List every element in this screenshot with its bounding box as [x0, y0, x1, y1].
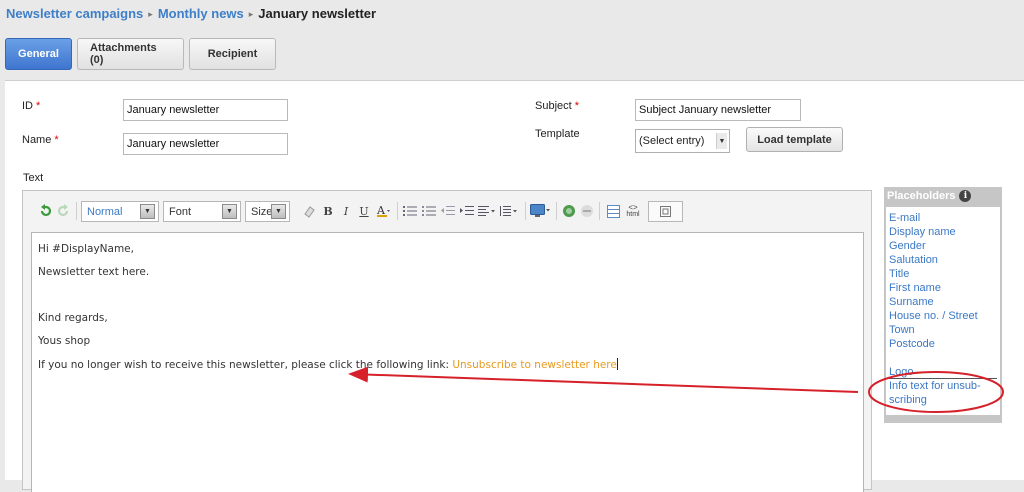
source-icon[interactable]: <> html — [625, 201, 641, 221]
breadcrumb-separator-icon: ▸ — [148, 9, 153, 19]
chevron-down-icon: ▼ — [222, 204, 237, 219]
unsubscribe-text: If you no longer wish to receive this ne… — [38, 359, 453, 371]
size-select[interactable]: Size ▼ — [245, 201, 290, 222]
placeholder-logo[interactable]: Logo — [889, 365, 913, 379]
outdent-icon[interactable] — [440, 203, 455, 219]
link-icon[interactable] — [561, 203, 576, 219]
editor-line-greeting: Hi #DisplayName, — [38, 243, 134, 255]
editor-toolbar: Normal ▼ Font ▼ Size ▼ B I U A <> html — [23, 191, 871, 231]
toolbar-separator — [76, 202, 77, 220]
breadcrumb: Newsletter campaigns ▸ Monthly news ▸ Januar… — [6, 6, 376, 21]
fullscreen-icon[interactable] — [648, 201, 683, 222]
line-spacing-icon[interactable] — [500, 203, 518, 219]
chevron-down-icon: ▼ — [716, 133, 727, 149]
placeholders-header: Placeholders i — [884, 187, 1002, 205]
tab-bar: General Attachments (0) Recipient — [5, 38, 281, 70]
unsubscribe-link[interactable]: Unsubscribe to newsletter here — [452, 359, 617, 371]
placeholder-first-name[interactable]: First name — [889, 281, 941, 295]
load-template-button[interactable]: Load template — [746, 127, 843, 152]
info-icon[interactable]: i — [959, 190, 972, 202]
placeholder-salutation[interactable]: Salutation — [889, 253, 938, 267]
editor-line-unsubscribe: If you no longer wish to receive this ne… — [38, 358, 618, 371]
id-field[interactable] — [123, 99, 288, 121]
tab-attachments[interactable]: Attachments (0) — [77, 38, 184, 70]
placeholder-town[interactable]: Town — [889, 323, 915, 337]
html-label: html — [626, 211, 640, 218]
bullet-list-icon[interactable] — [421, 203, 436, 219]
toolbar-separator — [599, 202, 600, 220]
rich-text-editor: Normal ▼ Font ▼ Size ▼ B I U A <> html H… — [22, 190, 872, 492]
chevron-down-icon: ▼ — [140, 204, 155, 219]
breadcrumb-monthly-news[interactable]: Monthly news — [158, 6, 244, 21]
editor-line-body: Newsletter text here. — [38, 266, 150, 278]
name-field[interactable] — [123, 133, 288, 155]
placeholder-postcode[interactable]: Postcode — [889, 337, 935, 351]
undo-icon[interactable] — [39, 203, 53, 219]
id-label: ID * — [22, 100, 41, 112]
numbered-list-icon[interactable] — [402, 203, 417, 219]
placeholder-surname[interactable]: Surname — [889, 295, 934, 309]
placeholder-title[interactable]: Title — [889, 267, 909, 281]
redo-icon[interactable] — [56, 203, 70, 219]
placeholder-gender[interactable]: Gender — [889, 239, 926, 253]
breadcrumb-newsletter-campaigns[interactable]: Newsletter campaigns — [6, 6, 143, 21]
tab-general[interactable]: General — [5, 38, 72, 70]
placeholder-email[interactable]: E-mail — [889, 211, 920, 225]
tab-recipient[interactable]: Recipient — [189, 38, 276, 70]
table-icon[interactable] — [606, 203, 621, 219]
placeholders-title: Placeholders — [887, 190, 956, 202]
font-select[interactable]: Font ▼ — [163, 201, 241, 222]
editor-content[interactable]: Hi #DisplayName, Newsletter text here. K… — [31, 232, 864, 492]
template-select[interactable]: (Select entry) ▼ — [635, 129, 730, 153]
format-select-value: Normal — [87, 205, 123, 218]
required-marker: * — [54, 134, 59, 146]
toolbar-separator — [525, 202, 526, 220]
breadcrumb-separator-icon: ▸ — [248, 9, 254, 19]
placeholder-house-street[interactable]: House no. / Street — [889, 309, 978, 323]
general-panel: ID* Name* Subject* Template (Select entr… — [5, 80, 1024, 492]
placeholders-list: E-mail Display name Gender Salutation Ti… — [886, 207, 1000, 415]
required-marker: * — [36, 100, 41, 112]
required-marker: * — [574, 100, 579, 112]
toolbar-separator — [397, 202, 398, 220]
template-label: Template — [535, 128, 580, 140]
placeholder-unsubscribe-info-cont[interactable]: scribing — [889, 393, 927, 407]
align-icon[interactable] — [478, 203, 496, 219]
text-cursor — [616, 358, 618, 370]
toolbar-separator — [556, 202, 557, 220]
template-select-value: (Select entry) — [639, 135, 705, 147]
text-color-icon[interactable]: A — [375, 203, 391, 219]
unlink-icon[interactable] — [579, 203, 594, 219]
underline-button[interactable]: U — [357, 203, 371, 219]
editor-line-signature: Yous shop — [38, 335, 91, 347]
monitor-icon[interactable] — [530, 203, 552, 219]
size-select-value: Size — [251, 205, 273, 218]
format-select[interactable]: Normal ▼ — [81, 201, 159, 222]
subject-label: Subject * — [535, 100, 579, 112]
placeholder-display-name[interactable]: Display name — [889, 225, 956, 239]
text-label: Text — [23, 172, 44, 184]
placeholder-unsubscribe-info[interactable]: Info text for unsub- — [889, 379, 981, 393]
eraser-icon[interactable] — [302, 203, 316, 219]
chevron-down-icon: ▼ — [271, 204, 286, 219]
breadcrumb-current: January newsletter — [258, 6, 377, 21]
editor-line-regards: Kind regards, — [38, 312, 108, 324]
indent-icon[interactable] — [459, 203, 474, 219]
placeholders-panel: Placeholders i E-mail Display name Gende… — [884, 187, 1002, 423]
subject-field[interactable] — [635, 99, 801, 121]
italic-button[interactable]: I — [339, 203, 353, 219]
font-select-value: Font — [169, 205, 192, 218]
name-label: Name * — [22, 134, 59, 146]
bold-button[interactable]: B — [321, 203, 335, 219]
